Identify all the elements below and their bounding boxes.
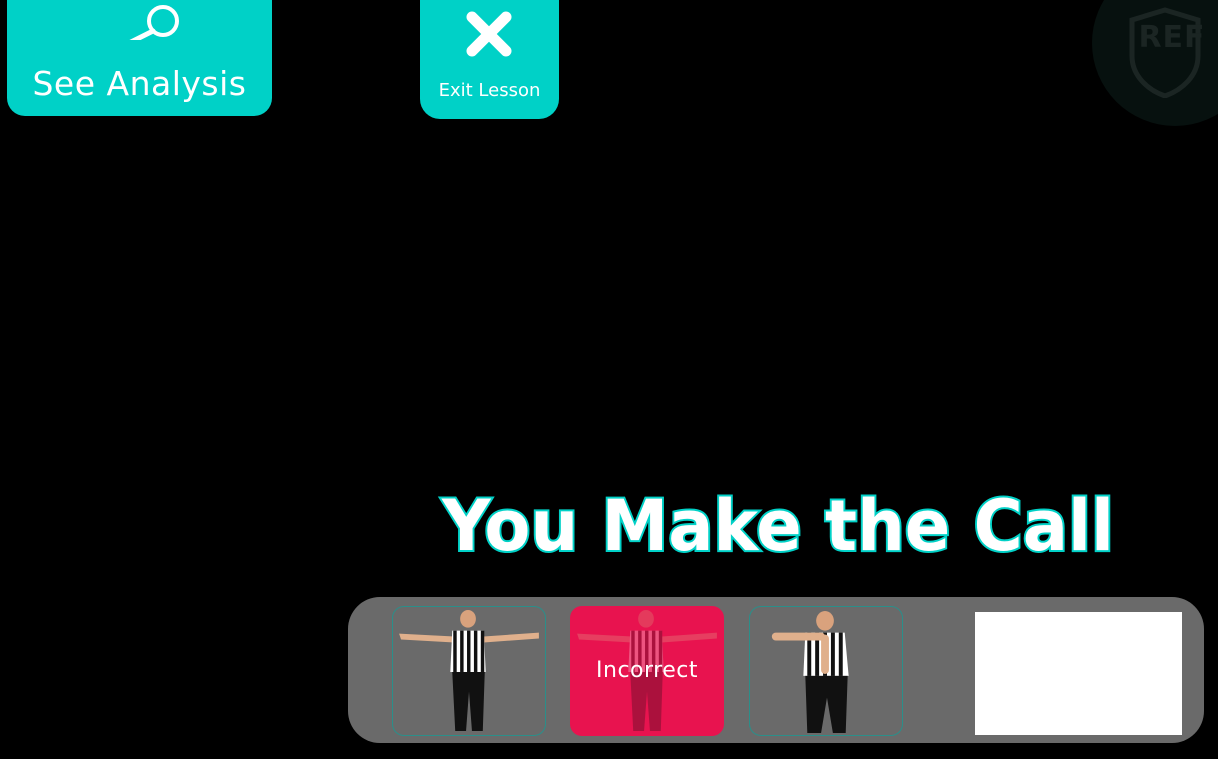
choice-card-arms-extended[interactable] bbox=[392, 606, 546, 736]
referee-arms-extended-image bbox=[399, 609, 539, 732]
answer-tray: Incorrect bbox=[348, 597, 1204, 743]
see-analysis-label: See Analysis bbox=[32, 64, 247, 103]
logo-text: REF bbox=[1138, 20, 1206, 55]
incorrect-status-label: Incorrect bbox=[596, 658, 698, 683]
brand-logo: REF bbox=[1092, 0, 1218, 126]
page-title: You Make the Call bbox=[439, 476, 1130, 569]
choice-card-timeout[interactable] bbox=[749, 606, 903, 736]
close-icon bbox=[466, 11, 512, 57]
page-title-graphic: You Make the Call bbox=[439, 483, 1116, 569]
lesson-screen: See Analysis Exit Lesson REF You Make th… bbox=[0, 0, 1218, 759]
referee-timeout-image bbox=[771, 610, 849, 734]
choice-card-incorrect[interactable]: Incorrect bbox=[570, 606, 724, 736]
page-title-text: You Make the Call bbox=[441, 485, 1114, 567]
exit-lesson-label: Exit Lesson bbox=[438, 80, 541, 101]
video-preview bbox=[975, 612, 1182, 735]
see-analysis-button[interactable]: See Analysis bbox=[7, 0, 272, 116]
exit-lesson-button[interactable]: Exit Lesson bbox=[420, 0, 559, 119]
magnifier-icon bbox=[129, 5, 179, 40]
